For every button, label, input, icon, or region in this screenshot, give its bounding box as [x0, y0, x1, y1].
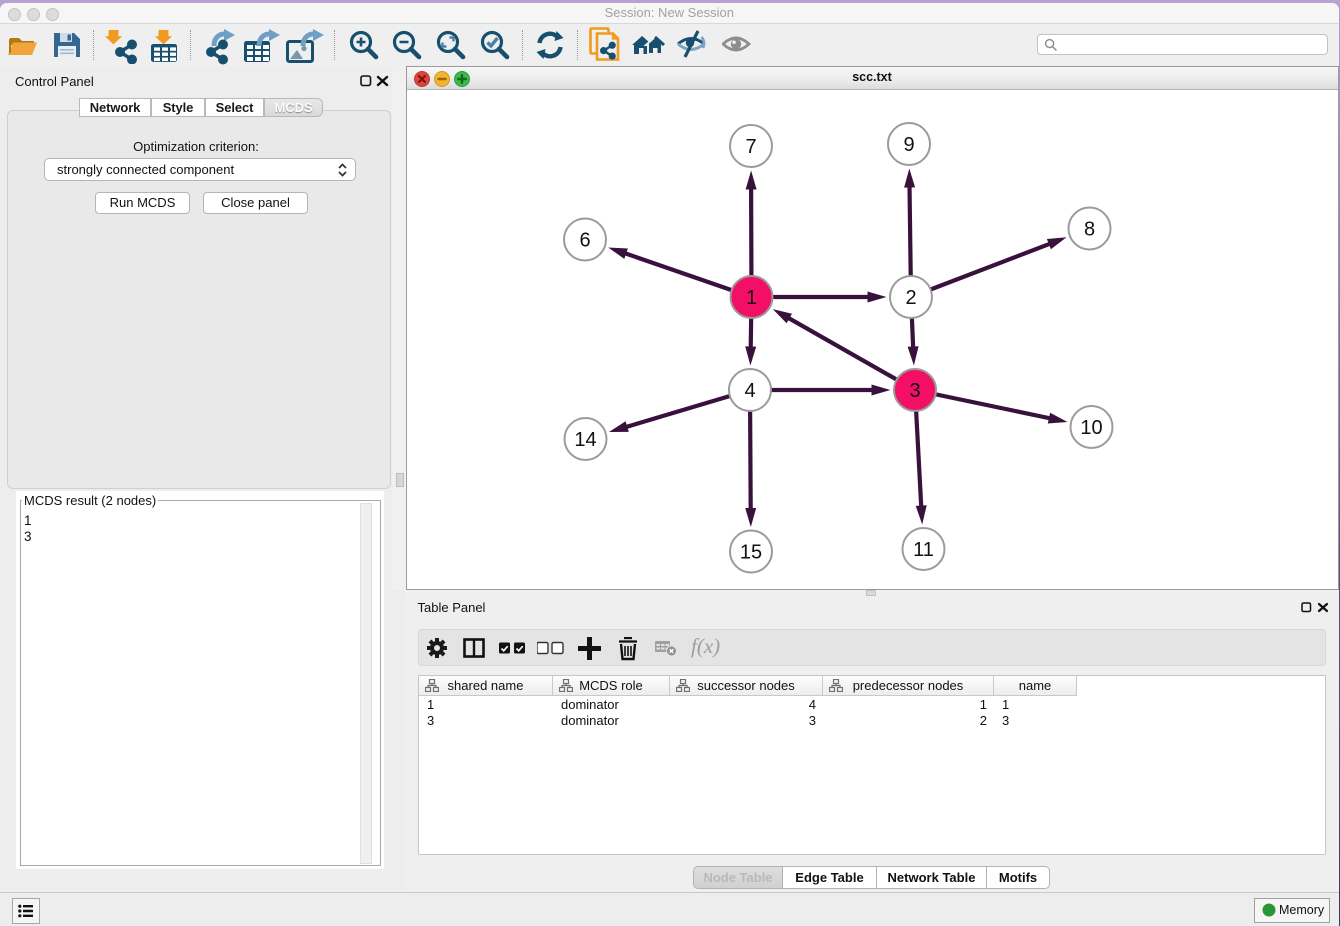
svg-text:3: 3 — [909, 380, 920, 402]
svg-text:7: 7 — [745, 136, 756, 158]
svg-text:6: 6 — [579, 229, 590, 251]
svg-text:14: 14 — [574, 429, 596, 451]
svg-text:9: 9 — [903, 134, 914, 156]
svg-text:11: 11 — [913, 539, 934, 561]
svg-text:4: 4 — [744, 380, 755, 402]
svg-text:10: 10 — [1080, 417, 1102, 439]
svg-text:1: 1 — [745, 287, 756, 309]
svg-text:15: 15 — [739, 541, 761, 563]
svg-text:2: 2 — [905, 287, 916, 309]
svg-text:8: 8 — [1083, 218, 1094, 240]
